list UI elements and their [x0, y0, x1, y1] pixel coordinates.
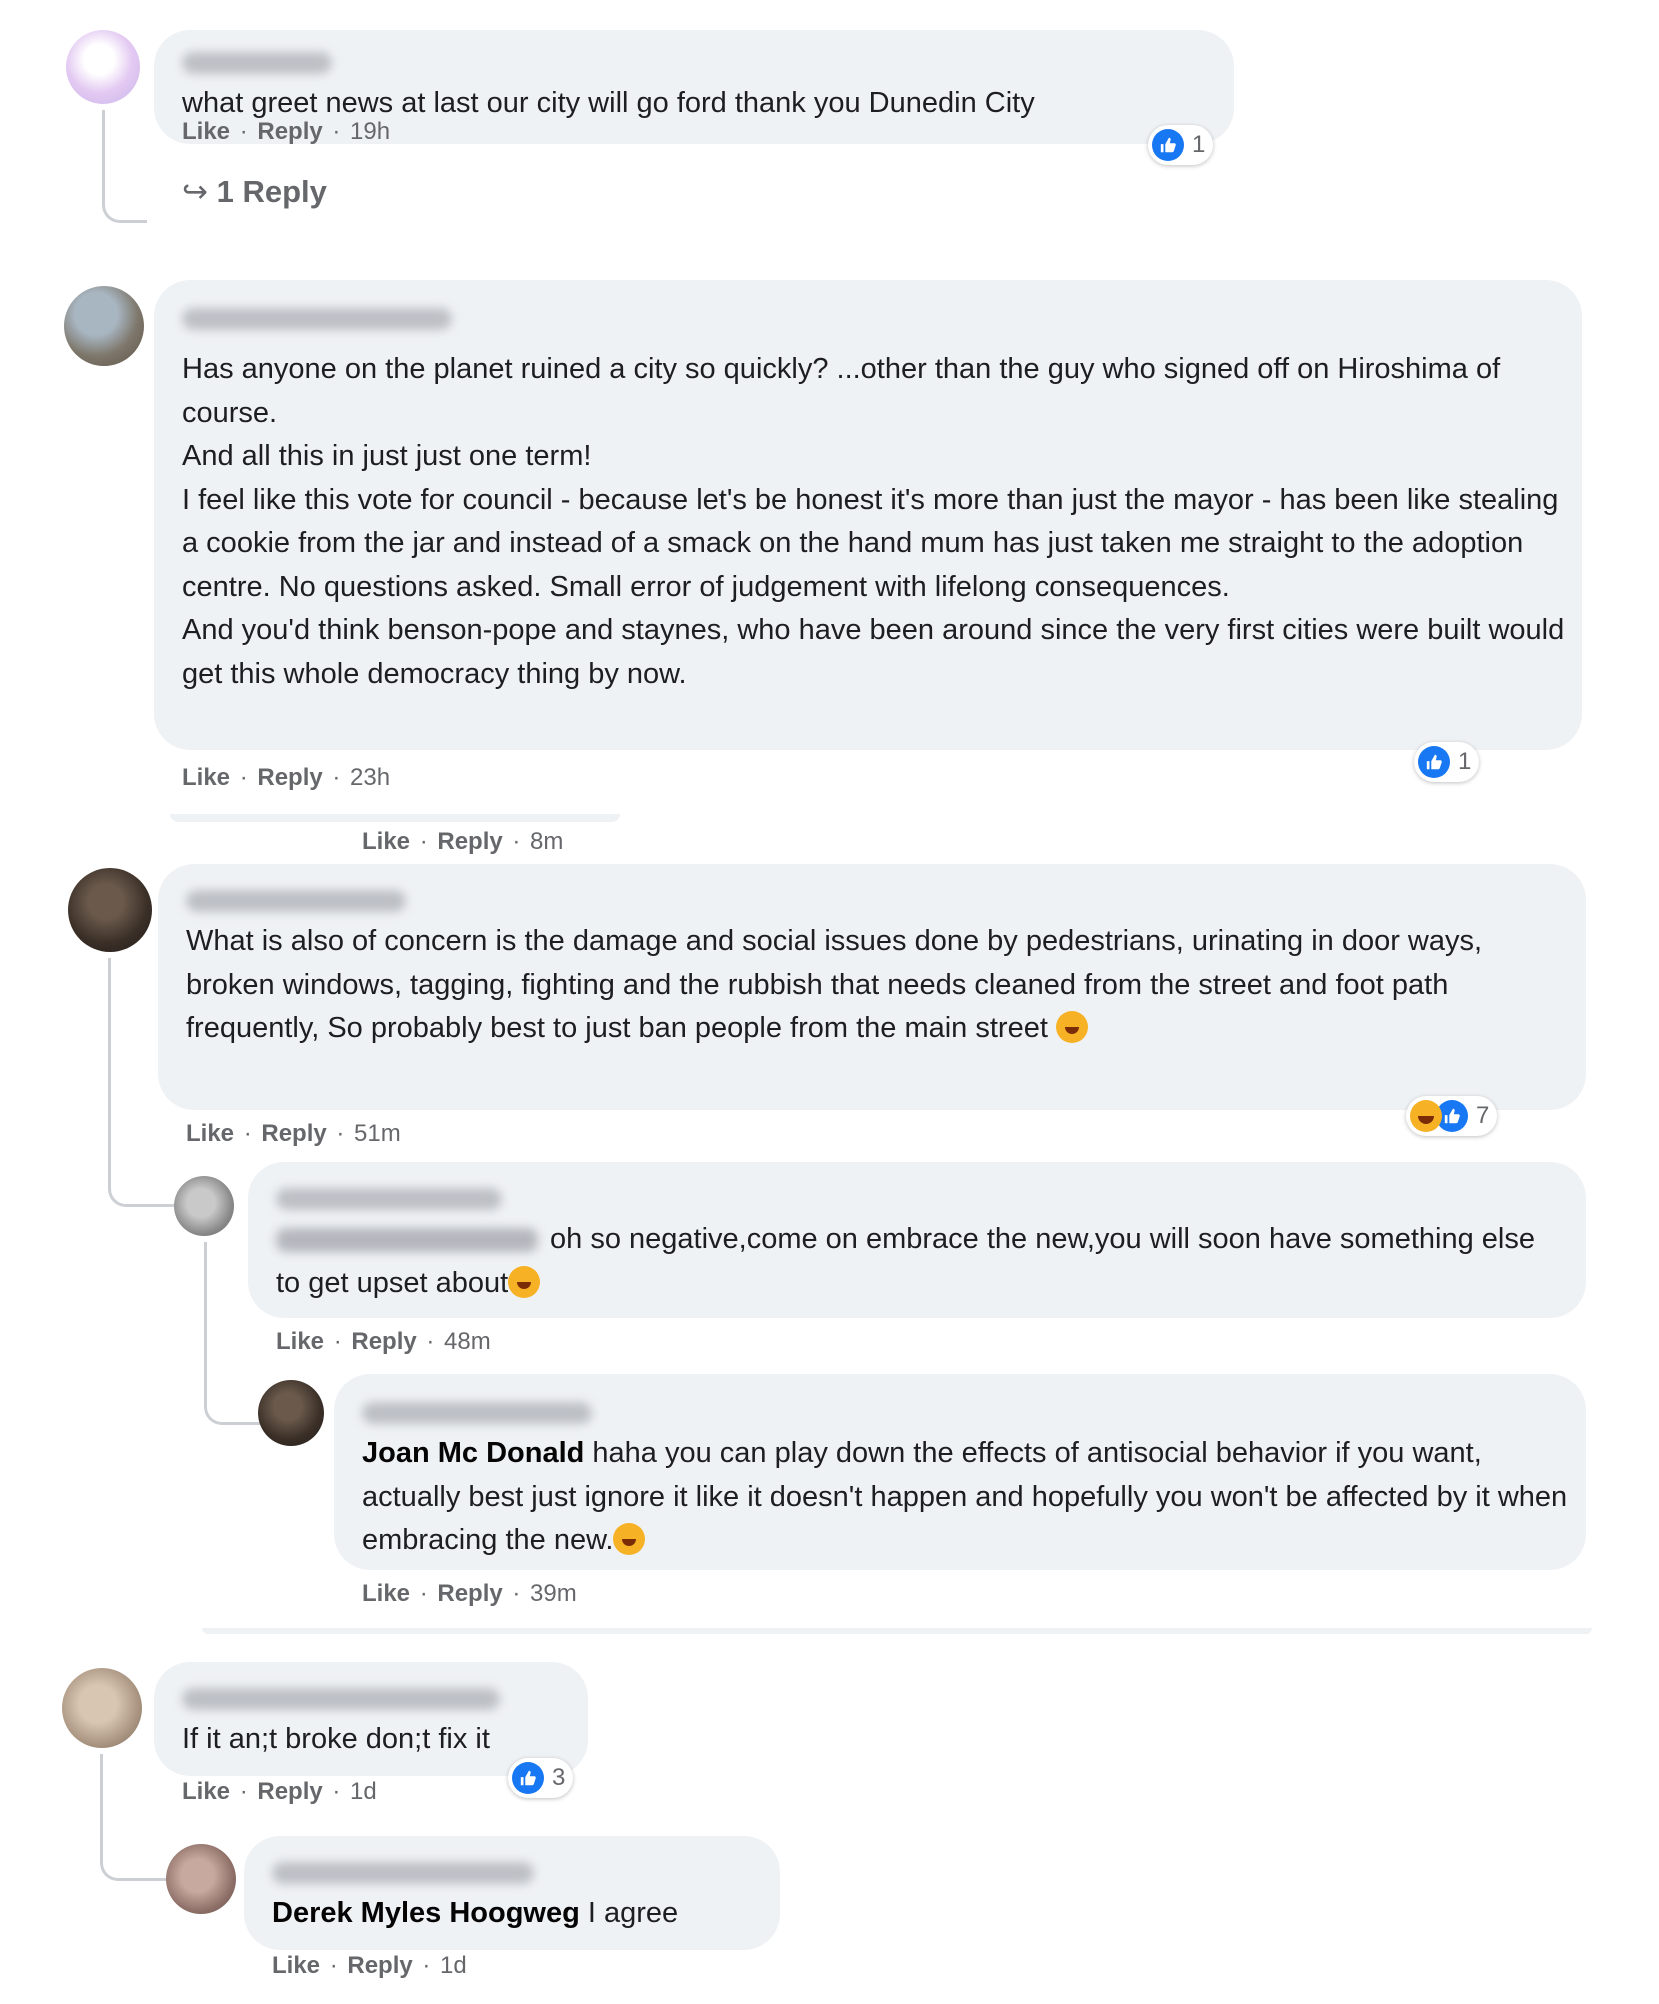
reaction-count[interactable]: 1 — [1414, 742, 1480, 782]
laughing-emoji-icon — [508, 1265, 541, 1298]
thread-line — [100, 1754, 181, 1881]
comment-paragraph: And you'd think benson-pope and staynes,… — [182, 614, 1565, 690]
like-link[interactable]: Like — [362, 828, 410, 855]
comment-text: What is also of concern is the damage an… — [186, 925, 1483, 1044]
reply-text: Joan Mc Donald haha you can play down th… — [362, 1437, 1568, 1556]
comment-actions: Like · Reply · 19h — [182, 118, 391, 145]
comment-section-3: Like · Reply · 8m What is also of concer… — [52, 828, 1602, 1638]
comment-section-1: what greet news at last our city will go… — [52, 20, 1322, 252]
comment-paragraph: And all this in just just one term! — [182, 440, 592, 472]
mention-link[interactable]: Derek Myles Hoogweg — [272, 1897, 580, 1929]
comment-section-4: If it an;t broke don;t fix it 3 Like · R… — [52, 1650, 892, 1990]
reply-author-redacted[interactable] — [362, 1402, 592, 1424]
commenter-avatar[interactable] — [64, 286, 144, 366]
thread-line — [102, 110, 147, 223]
comment-actions: Like · Reply · 51m — [186, 1120, 401, 1147]
view-replies-label: 1 Reply — [216, 174, 327, 209]
reply-link[interactable]: Reply — [257, 1778, 322, 1805]
comment-text: Has anyone on the planet ruined a city s… — [182, 348, 1572, 696]
comment-time: 51m — [354, 1120, 401, 1147]
comment-time: 1d — [350, 1778, 377, 1805]
reply-actions: Like · Reply · 48m — [276, 1328, 491, 1355]
comment-text: If it an;t broke don;t fix it — [182, 1723, 490, 1755]
reply-link[interactable]: Reply — [257, 764, 322, 791]
winking-emoji-icon — [613, 1523, 646, 1555]
reply-text: oh so negative,come on embrace the new,y… — [276, 1223, 1535, 1299]
reply-link[interactable]: Reply — [257, 118, 322, 145]
reaction-count[interactable]: 1 — [1148, 125, 1214, 165]
commenter-name-redacted[interactable] — [182, 1688, 500, 1710]
reply-avatar[interactable] — [166, 1844, 236, 1914]
reaction-count-value: 7 — [1476, 1102, 1490, 1129]
commenter-name-redacted[interactable] — [186, 890, 406, 912]
reaction-count[interactable]: 3 — [508, 1758, 574, 1798]
clipped-bubble-edge — [202, 1628, 1592, 1634]
reply-text: Derek Myles Hoogweg I agree — [272, 1897, 679, 1929]
commenter-name-redacted[interactable] — [182, 308, 452, 330]
comment-actions: Like · Reply · 1d — [182, 1778, 377, 1805]
laughing-emoji-icon — [1055, 1011, 1088, 1043]
like-reaction-icon — [1152, 129, 1184, 161]
haha-reaction-icon — [1410, 1100, 1442, 1132]
like-link[interactable]: Like — [186, 1120, 234, 1147]
comment-section-2: Has anyone on the planet ruined a city s… — [52, 270, 1582, 830]
like-link[interactable]: Like — [182, 1778, 230, 1805]
like-reaction-icon — [512, 1762, 544, 1794]
comment-time: 39m — [530, 1580, 577, 1607]
mention-redacted[interactable] — [276, 1228, 538, 1252]
comment-time: 23h — [350, 764, 391, 791]
reply-author-redacted[interactable] — [272, 1862, 534, 1884]
comment-time: 19h — [350, 118, 391, 145]
like-link[interactable]: Like — [272, 1952, 320, 1979]
comment-actions: Like · Reply · 23h — [182, 764, 391, 791]
comment-time: 48m — [444, 1328, 491, 1355]
mention-link[interactable]: Joan Mc Donald — [362, 1437, 584, 1469]
view-replies-link[interactable]: ↪ 1 Reply — [182, 174, 327, 210]
like-link[interactable]: Like — [276, 1328, 324, 1355]
reply-avatar[interactable] — [174, 1176, 234, 1236]
commenter-avatar[interactable] — [62, 1668, 142, 1748]
comment-paragraph: I feel like this vote for council - beca… — [182, 483, 1559, 603]
reply-link[interactable]: Reply — [261, 1120, 326, 1147]
previous-comment-actions: Like · Reply · 8m — [362, 828, 564, 855]
commenter-avatar[interactable] — [68, 868, 152, 952]
reaction-count-value: 1 — [1458, 748, 1472, 775]
comment-paragraph: Has anyone on the planet ruined a city s… — [182, 353, 1501, 429]
like-link[interactable]: Like — [362, 1580, 410, 1607]
reply-link[interactable]: Reply — [437, 1580, 502, 1607]
reaction-count-value: 3 — [552, 1764, 566, 1791]
reply-actions: Like · Reply · 39m — [362, 1580, 577, 1607]
reply-link[interactable]: Reply — [437, 828, 502, 855]
commenter-name-redacted[interactable] — [182, 52, 332, 74]
reaction-count-value: 1 — [1192, 131, 1206, 158]
reply-author-redacted[interactable] — [276, 1188, 502, 1210]
like-reaction-icon — [1418, 746, 1450, 778]
reply-link[interactable]: Reply — [351, 1328, 416, 1355]
reply-avatar[interactable] — [258, 1380, 324, 1446]
reaction-count[interactable]: 7 — [1406, 1096, 1498, 1136]
reply-actions: Like · Reply · 1d — [272, 1952, 467, 1979]
like-link[interactable]: Like — [182, 118, 230, 145]
commenter-avatar[interactable] — [66, 30, 140, 104]
comment-time: 1d — [440, 1952, 467, 1979]
reply-link[interactable]: Reply — [347, 1952, 412, 1979]
like-link[interactable]: Like — [182, 764, 230, 791]
comment-time: 8m — [530, 828, 564, 855]
reply-arrow-icon: ↪ — [182, 174, 208, 209]
clipped-bubble-edge — [170, 814, 620, 822]
